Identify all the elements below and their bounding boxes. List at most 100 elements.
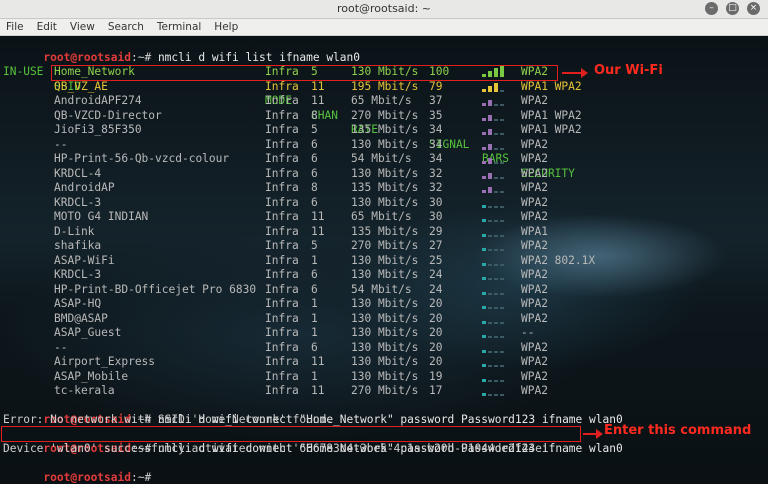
cell-signal: 35 [429,108,443,122]
cell-ssid: QB-VZCD-Director [54,108,162,122]
cell-security: WPA2 [521,282,548,296]
maximize-icon[interactable]: □ [726,2,739,15]
signal-bar [500,147,504,150]
cell-chan: 11 [311,94,325,107]
menu-search[interactable]: Search [108,19,144,35]
signal-bar [494,263,498,266]
signal-bar [494,292,498,295]
signal-bars-icon [482,95,512,107]
signal-bars-icon [482,371,512,383]
cell-mode: Infra [265,137,299,151]
signal-bar [494,104,498,106]
signal-bar [482,88,486,92]
cell-security: WPA2 [521,181,548,194]
signal-bar [482,306,486,309]
cell-security: WPA2 [521,355,548,368]
signal-bar [488,100,492,106]
cell-security: WPA2 [521,340,548,354]
cell-security: WPA2 802.1X [521,253,596,267]
cell-rate: 130 Mbit/s [351,340,419,354]
signal-bars-icon [482,197,512,209]
cell-ssid: KRDCL-3 [54,195,102,209]
cell-ssid: ASAP-WiFi [54,253,115,267]
title-bar[interactable]: root@rootsaid: ~ – □ × [0,0,768,19]
signal-bar [488,263,492,266]
signal-bar [500,220,504,222]
cell-signal: 34 [429,152,443,165]
cell-signal: 30 [429,195,443,209]
cell-signal: 34 [429,137,443,151]
highlight-box-home-network [51,64,558,81]
menu-file[interactable]: File [6,19,24,35]
cell-rate: 54 Mbit/s [351,152,412,165]
cell-security: WPA2 [521,239,548,252]
signal-bar [500,162,504,164]
signal-bar [494,350,498,353]
table-row: JioFi3_85F350 Infra 5 135 Mbit/s 34 WPA1 WPA2 [3,123,763,138]
signal-bar [488,394,492,396]
cell-rate: 270 Mbit/s [351,239,419,252]
terminal-output[interactable]: root@rootsaid:~# nmcli d wifi list ifnam… [0,36,768,484]
cell-security: WPA1 WPA2 [521,123,582,136]
table-row: ASAP_Mobile Infra 1 130 Mbit/s 19 WPA2 [3,370,763,385]
cell-ssid: BMD@ASAP [54,311,108,325]
cell-signal: 27 [429,239,443,252]
signal-bar [482,378,486,382]
table-row: QB_VZ_AE Infra 11 195 Mbit/s 79 WPA1 WPA2 [3,80,763,95]
signal-bars-icon [482,153,512,165]
signal-bar [494,147,498,150]
signal-bar [482,204,486,208]
cell-ssid: shafika [54,239,102,252]
menu-help[interactable]: Help [214,19,238,35]
signal-bar [488,85,492,92]
cell-security: WPA2 [521,384,548,397]
signal-bar [500,278,504,280]
table-row: tc-kerala Infra 11 270 Mbit/s 17 WPA2 [3,384,763,399]
signal-bar [488,187,492,193]
signal-bar [500,350,504,353]
cell-chan: 6 [311,195,318,209]
table-row: D-Link Infra 11 135 Mbit/s 29 WPA1 [3,225,763,240]
signal-bar [500,104,504,106]
signal-bar [500,249,504,251]
signal-bar [494,234,498,237]
signal-bar [488,379,492,382]
cell-signal: 34 [429,123,443,136]
signal-bars-icon [482,182,512,194]
cell-chan: 11 [311,210,325,223]
cell-signal: 20 [429,340,443,354]
signal-bar [488,158,492,164]
cell-signal: 19 [429,369,443,383]
signal-bars-icon [482,168,512,180]
cell-security: -- [521,326,535,339]
cell-security: WPA2 [521,137,548,151]
cell-rate: 130 Mbit/s [351,166,419,180]
signal-bar [482,190,486,193]
cell-rate: 65 Mbit/s [351,94,412,107]
signal-bar [482,103,486,106]
cell-mode: Infra [265,297,299,310]
cell-rate: 270 Mbit/s [351,108,419,122]
cell-mode: Infra [265,224,299,238]
cell-security: WPA1 [521,224,548,238]
minimize-icon[interactable]: – [705,2,718,15]
cell-chan: 5 [311,239,318,252]
menu-view[interactable]: View [70,19,95,35]
signal-bar [482,248,486,251]
menu-terminal[interactable]: Terminal [157,19,201,35]
cell-mode: Infra [265,384,299,397]
cell-mode: Infra [265,123,299,136]
signal-bar [500,263,504,266]
cell-chan: 1 [311,253,318,267]
cell-mode: Infra [265,210,299,223]
cell-chan: 1 [311,326,318,339]
cell-mode: Infra [265,195,299,209]
signal-bar [488,321,492,324]
cell-signal: 24 [429,268,443,281]
cell-chan: 11 [311,224,325,238]
cell-chan: 11 [311,355,325,368]
close-icon[interactable]: × [747,2,760,15]
signal-bar [500,205,504,208]
menu-edit[interactable]: Edit [37,19,57,35]
cell-mode: Infra [265,311,299,325]
